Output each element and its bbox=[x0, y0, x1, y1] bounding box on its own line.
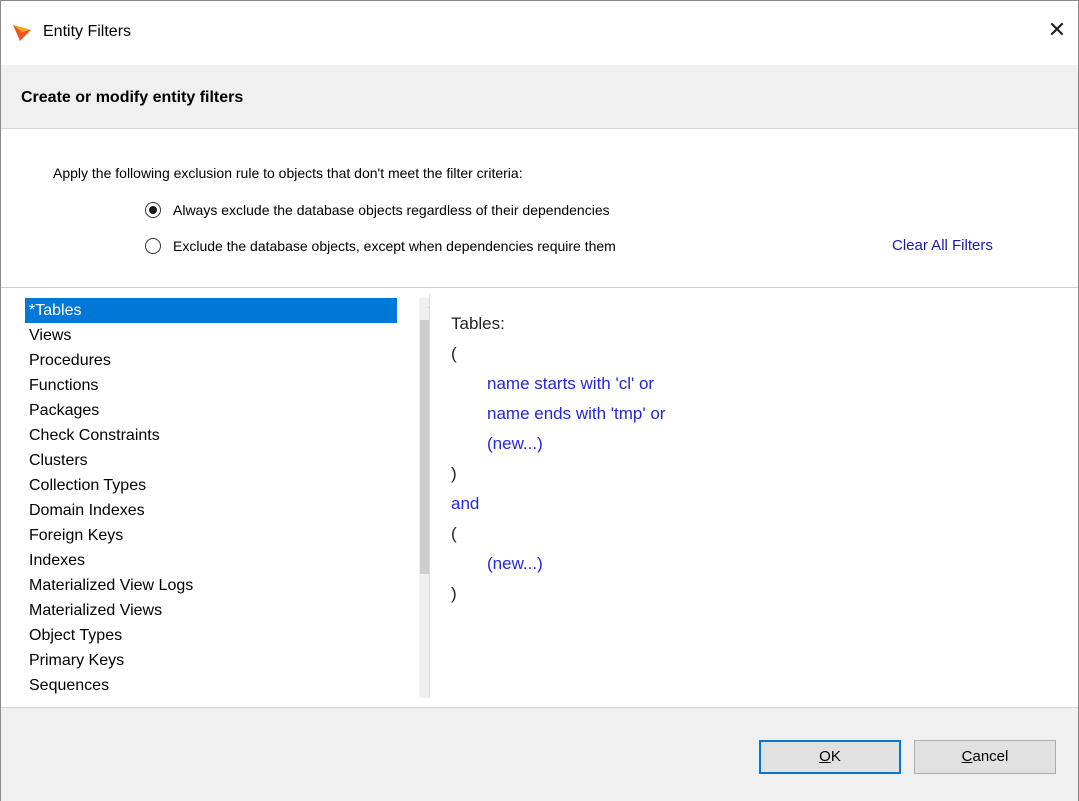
header-band: Create or modify entity filters bbox=[1, 65, 1078, 129]
entity-filters-dialog: Entity Filters ✕ Create or modify entity… bbox=[0, 0, 1079, 801]
list-scrollbar[interactable]: ^ v bbox=[419, 298, 429, 698]
entity-type-item[interactable]: Packages bbox=[25, 398, 397, 423]
exclusion-instruction: Apply the following exclusion rule to ob… bbox=[53, 165, 523, 181]
new-condition-link-2[interactable]: (new...) bbox=[487, 554, 543, 573]
entity-type-item[interactable]: Foreign Keys bbox=[25, 523, 397, 548]
open-paren: ( bbox=[451, 344, 457, 363]
radio-exclude-except-deps-label: Exclude the database objects, except whe… bbox=[173, 238, 616, 254]
scroll-thumb[interactable] bbox=[420, 320, 429, 574]
chevron-down-icon[interactable]: v bbox=[419, 676, 429, 698]
entity-type-item[interactable]: Check Constraints bbox=[25, 423, 397, 448]
entity-type-item[interactable]: Materialized Views bbox=[25, 598, 397, 623]
filter-condition-starts-with[interactable]: name starts with 'cl' or bbox=[487, 374, 654, 393]
ok-button[interactable]: OK bbox=[759, 740, 901, 774]
cancel-label-rest: ancel bbox=[972, 748, 1009, 765]
entity-type-item[interactable]: Materialized View Logs bbox=[25, 573, 397, 598]
chevron-up-icon[interactable]: ^ bbox=[419, 298, 429, 320]
ok-mnemonic: O bbox=[819, 748, 831, 765]
entity-type-item[interactable]: Domain Indexes bbox=[25, 498, 397, 523]
entity-type-list[interactable]: *Tables Views Procedures Functions Packages C… bbox=[23, 294, 430, 698]
new-condition-link-1[interactable]: (new...) bbox=[487, 434, 543, 453]
app-logo-icon bbox=[13, 25, 31, 41]
close-paren-2: ) bbox=[451, 584, 457, 603]
entity-type-items: *Tables Views Procedures Functions Packages C… bbox=[25, 298, 397, 698]
dialog-footer: OK Cancel bbox=[1, 707, 1078, 801]
close-icon[interactable]: ✕ bbox=[1036, 11, 1078, 51]
entity-type-item[interactable]: Indexes bbox=[25, 548, 397, 573]
entity-type-item[interactable]: Object Types bbox=[25, 623, 397, 648]
close-paren: ) bbox=[451, 464, 457, 483]
open-paren-2: ( bbox=[451, 524, 457, 543]
filter-condition-ends-with[interactable]: name ends with 'tmp' or bbox=[487, 404, 665, 423]
entity-type-item[interactable]: Procedures bbox=[25, 348, 397, 373]
entity-type-item[interactable]: Functions bbox=[25, 373, 397, 398]
radio-exclude-except-deps[interactable]: Exclude the database objects, except whe… bbox=[145, 238, 616, 254]
radio-exclude-except-deps-button[interactable] bbox=[145, 238, 161, 254]
and-operator[interactable]: and bbox=[451, 494, 479, 513]
section-divider bbox=[1, 287, 1078, 288]
filter-expression-editor: Tables: ( name starts with 'cl' or name … bbox=[451, 309, 665, 609]
clear-all-filters-link[interactable]: Clear All Filters bbox=[892, 237, 993, 254]
entity-type-item[interactable]: Clusters bbox=[25, 448, 397, 473]
entity-type-item[interactable]: Views bbox=[25, 323, 397, 348]
entity-type-item[interactable]: Primary Keys bbox=[25, 648, 397, 673]
radio-always-exclude-button[interactable] bbox=[145, 202, 161, 218]
radio-always-exclude[interactable]: Always exclude the database objects rega… bbox=[145, 202, 610, 218]
cancel-button[interactable]: Cancel bbox=[914, 740, 1056, 774]
ok-label-rest: K bbox=[830, 748, 841, 765]
entity-type-item[interactable]: *Tables bbox=[25, 298, 397, 323]
window-title: Entity Filters bbox=[43, 23, 132, 40]
title-bar: Entity Filters ✕ bbox=[1, 1, 1078, 65]
entity-type-item[interactable]: Sequences bbox=[25, 673, 397, 698]
header-title: Create or modify entity filters bbox=[21, 89, 244, 106]
entity-type-item[interactable]: Collection Types bbox=[25, 473, 397, 498]
filter-heading: Tables: bbox=[451, 314, 505, 333]
cancel-mnemonic: C bbox=[961, 748, 973, 765]
radio-always-exclude-label: Always exclude the database objects rega… bbox=[173, 202, 610, 218]
